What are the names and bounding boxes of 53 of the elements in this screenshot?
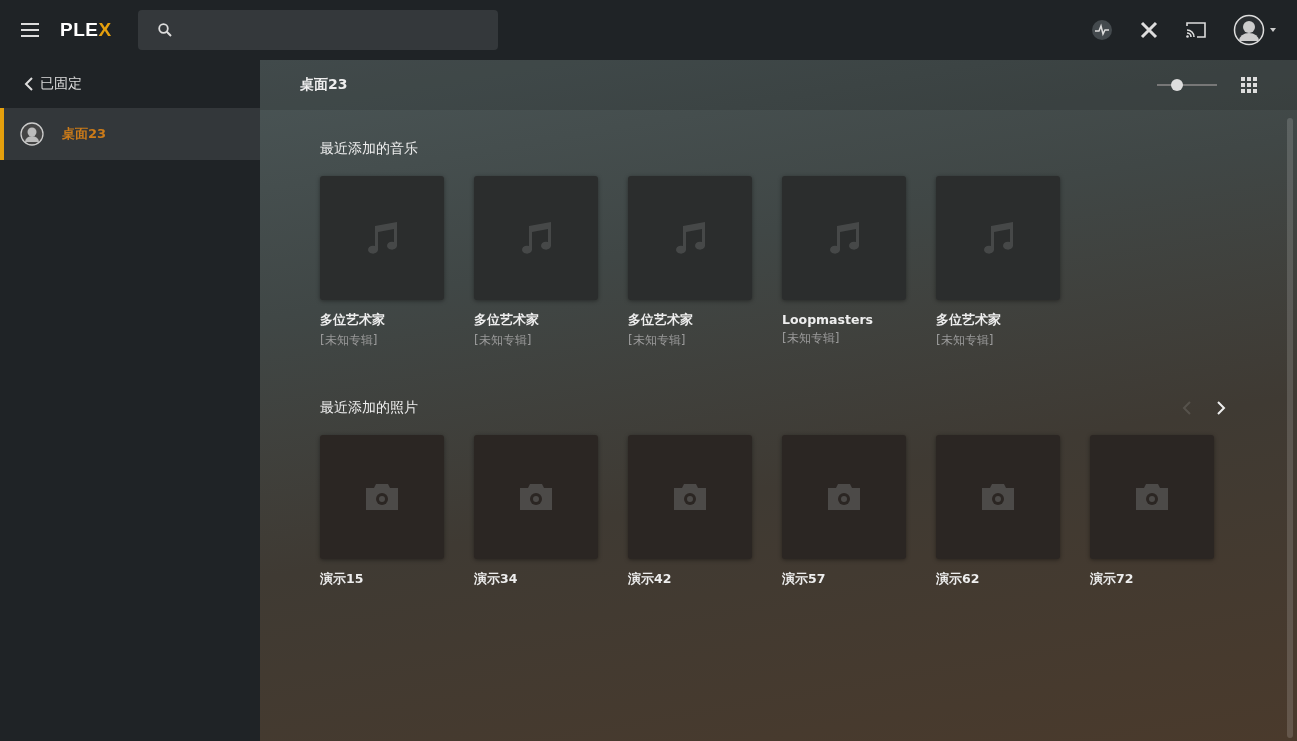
album-thumbnail[interactable]: [782, 176, 906, 300]
photo-thumbnail[interactable]: [936, 435, 1060, 559]
item-title[interactable]: 演示57: [782, 571, 906, 588]
back-label: 已固定: [40, 75, 82, 93]
item-subtitle: [未知专辑]: [474, 332, 533, 349]
sidebar-item-label: 桌面23: [62, 125, 107, 143]
photo-thumbnail[interactable]: [1090, 435, 1214, 559]
search-field[interactable]: [137, 10, 498, 50]
photo-thumbnail[interactable]: [782, 435, 906, 559]
camera-icon: [1136, 484, 1168, 510]
menu-button[interactable]: [20, 22, 40, 38]
scrollbar[interactable]: [1287, 118, 1293, 738]
album-thumbnail[interactable]: [936, 176, 1060, 300]
camera-icon: [674, 484, 706, 510]
item-subtitle: [未知专辑]: [628, 332, 687, 349]
photo-thumbnail[interactable]: [474, 435, 598, 559]
section-title: 最近添加的音乐: [320, 140, 418, 158]
camera-icon: [520, 484, 552, 510]
slider-thumb[interactable]: [1170, 79, 1183, 91]
next-button[interactable]: [1216, 400, 1226, 416]
sidebar-item[interactable]: 桌面23: [0, 108, 260, 160]
item-title[interactable]: 演示62: [936, 571, 1060, 588]
page-title: 桌面23: [300, 76, 348, 94]
photo-thumbnail[interactable]: [628, 435, 752, 559]
item-title[interactable]: 演示15: [320, 571, 444, 588]
account-button[interactable]: [1233, 14, 1277, 46]
search-icon: [157, 23, 172, 37]
album-thumbnail[interactable]: [474, 176, 598, 300]
item-title[interactable]: 多位艺术家: [474, 312, 598, 329]
chevron-left-icon: [24, 77, 34, 91]
camera-icon: [982, 484, 1014, 510]
item-subtitle: [未知专辑]: [320, 332, 379, 349]
activity-button[interactable]: [1091, 19, 1113, 41]
photo-thumbnail[interactable]: [320, 435, 444, 559]
back-link[interactable]: 已固定: [0, 60, 260, 108]
item-title[interactable]: 演示34: [474, 571, 598, 588]
item-subtitle: [未知专辑]: [782, 330, 841, 347]
section-title: 最近添加的照片: [320, 399, 418, 417]
item-subtitle: [未知专辑]: [936, 332, 995, 349]
grid-view-button[interactable]: [1241, 77, 1257, 93]
user-avatar-icon: [20, 122, 44, 146]
camera-icon: [366, 484, 398, 510]
item-title[interactable]: 多位艺术家: [936, 312, 1060, 329]
album-thumbnail[interactable]: [628, 176, 752, 300]
item-title[interactable]: 多位艺术家: [320, 312, 444, 329]
camera-icon: [828, 484, 860, 510]
album-thumbnail[interactable]: [320, 176, 444, 300]
item-title[interactable]: 演示42: [628, 571, 752, 588]
item-title[interactable]: Loopmasters: [782, 312, 906, 327]
plex-logo[interactable]: PLEX: [60, 19, 112, 41]
item-title[interactable]: 多位艺术家: [628, 312, 752, 329]
item-title[interactable]: 演示72: [1090, 571, 1214, 588]
cast-button[interactable]: [1185, 21, 1207, 39]
